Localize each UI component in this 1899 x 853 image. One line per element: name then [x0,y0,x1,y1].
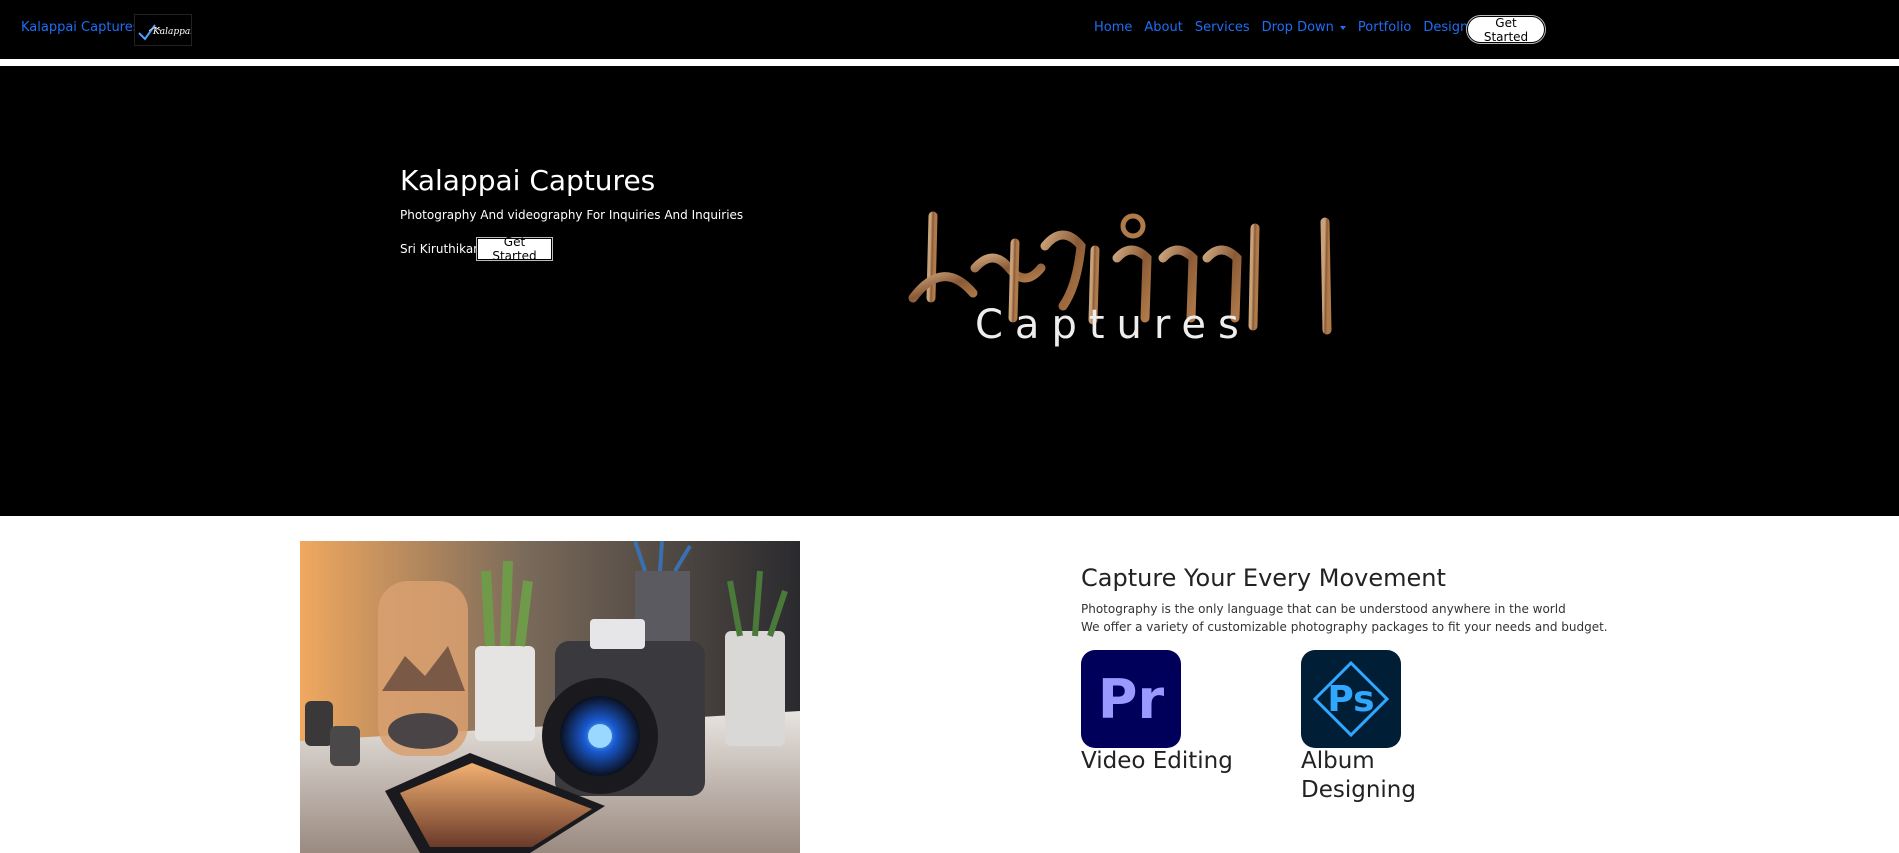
premiere-icon-text: Pr [1097,667,1165,731]
hero-get-started-button[interactable]: Get Started [477,235,552,263]
service-label-designing: Designing [1301,777,1416,803]
hero-author: Sri Kiruthikan [400,242,481,256]
dropdown-label: Drop Down [1261,20,1334,35]
hero-subtitle: Photography And videography For Inquirie… [400,208,744,222]
get-started-button[interactable]: Get Started [1467,16,1545,44]
chevron-down-icon [1339,25,1346,30]
photoshop-express-icon: Ps [1301,650,1401,748]
service-label-album: Album [1301,748,1375,774]
hero-logo: Captures [905,198,1355,352]
hero-title: Kalappai Captures [400,164,656,197]
hero-section: Kalappai Captures Photography And videog… [0,66,1899,516]
service-label-video-editing: Video Editing [1081,748,1233,774]
svg-text:Kalappai: Kalappai [152,27,191,37]
navbar-divider [0,59,1899,65]
hero-logo-text: Captures [975,302,1251,348]
photoshop-icon-text: Ps [1327,678,1375,720]
navbar: Kalappai Captures Kalappai Home About Se… [0,0,1899,59]
nav-links: Home About Services Drop Down Portfolio … [1094,20,1475,35]
brand-link[interactable]: Kalappai Captures [21,20,140,35]
nav-link-dropdown[interactable]: Drop Down [1262,20,1346,35]
nav-link-home[interactable]: Home [1094,20,1132,35]
section-text-line-2: We offer a variety of customizable photo… [1081,620,1608,634]
section-heading: Capture Your Every Movement [1081,564,1446,592]
nav-link-services[interactable]: Services [1195,20,1250,35]
nav-link-about[interactable]: About [1144,20,1182,35]
premiere-pro-icon: Pr [1081,650,1181,748]
nav-link-portfolio[interactable]: Portfolio [1358,20,1411,35]
brand-logo[interactable]: Kalappai [134,14,192,46]
section-text-line-1: Photography is the only language that ca… [1081,602,1566,616]
desk-camera-image [300,541,800,853]
